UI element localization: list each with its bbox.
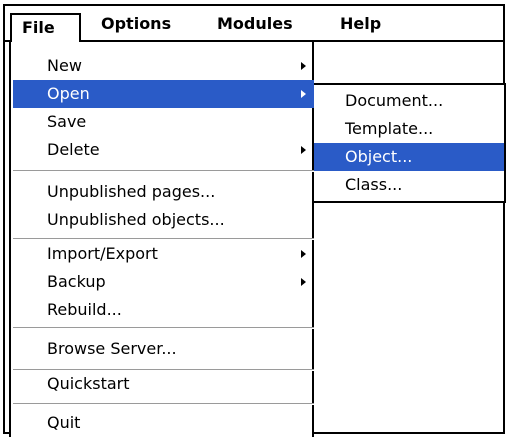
menu-item-label: New (47, 56, 82, 75)
submenu-arrow-icon (301, 278, 306, 286)
submenu-arrow-icon (301, 90, 306, 98)
submenu-item-document[interactable]: Document... (314, 87, 504, 115)
file-menu-dropdown: New Open Save Delete Unpublished pages..… (9, 42, 314, 437)
menu-modules[interactable]: Modules (217, 14, 293, 34)
menu-item-browse-server[interactable]: Browse Server... (13, 335, 314, 363)
menu-item-open[interactable]: Open (13, 80, 314, 108)
menu-item-label: Quickstart (47, 374, 130, 393)
menu-separator (13, 403, 314, 405)
menu-item-save[interactable]: Save (13, 108, 314, 136)
menu-bar: File Options Modules Help (5, 6, 503, 46)
menu-help[interactable]: Help (340, 14, 381, 34)
submenu-item-label: Document... (345, 91, 444, 110)
menu-item-label: Backup (47, 272, 106, 291)
menu-item-rebuild[interactable]: Rebuild... (13, 296, 314, 324)
menu-item-label: Save (47, 112, 87, 131)
submenu-arrow-icon (301, 62, 306, 70)
menu-item-backup[interactable]: Backup (13, 268, 314, 296)
menu-separator (13, 327, 314, 329)
menu-item-new[interactable]: New (13, 52, 314, 80)
submenu-item-template[interactable]: Template... (314, 115, 504, 143)
menu-item-label: Open (47, 84, 90, 103)
menu-item-label: Unpublished objects... (47, 210, 225, 229)
menu-file-label: File (22, 18, 55, 37)
menu-modules-label: Modules (217, 14, 293, 33)
menu-item-label: Delete (47, 140, 100, 159)
menu-item-import-export[interactable]: Import/Export (13, 240, 314, 268)
submenu-item-label: Template... (345, 119, 434, 138)
menu-item-label: Import/Export (47, 244, 158, 263)
menu-item-quit[interactable]: Quit (13, 409, 314, 437)
menu-item-unpublished-objects[interactable]: Unpublished objects... (13, 206, 314, 234)
menu-item-label: Quit (47, 413, 81, 432)
menu-item-label: Unpublished pages... (47, 182, 216, 201)
open-submenu: Document... Template... Object... Class.… (314, 83, 506, 203)
submenu-item-label: Class... (345, 175, 403, 194)
menu-item-delete[interactable]: Delete (13, 136, 314, 164)
menu-separator (13, 170, 314, 172)
submenu-item-label: Object... (345, 147, 413, 166)
menu-item-unpublished-pages[interactable]: Unpublished pages... (13, 178, 314, 206)
menu-item-label: Rebuild... (47, 300, 122, 319)
menu-options-label: Options (101, 14, 172, 33)
menu-options[interactable]: Options (101, 14, 171, 34)
menu-item-quickstart[interactable]: Quickstart (13, 370, 314, 398)
menu-item-label: Browse Server... (47, 339, 177, 358)
submenu-item-object[interactable]: Object... (314, 143, 504, 171)
submenu-arrow-icon (301, 250, 306, 258)
submenu-item-class[interactable]: Class... (314, 171, 504, 199)
menu-help-label: Help (340, 14, 382, 33)
submenu-arrow-icon (301, 146, 306, 154)
